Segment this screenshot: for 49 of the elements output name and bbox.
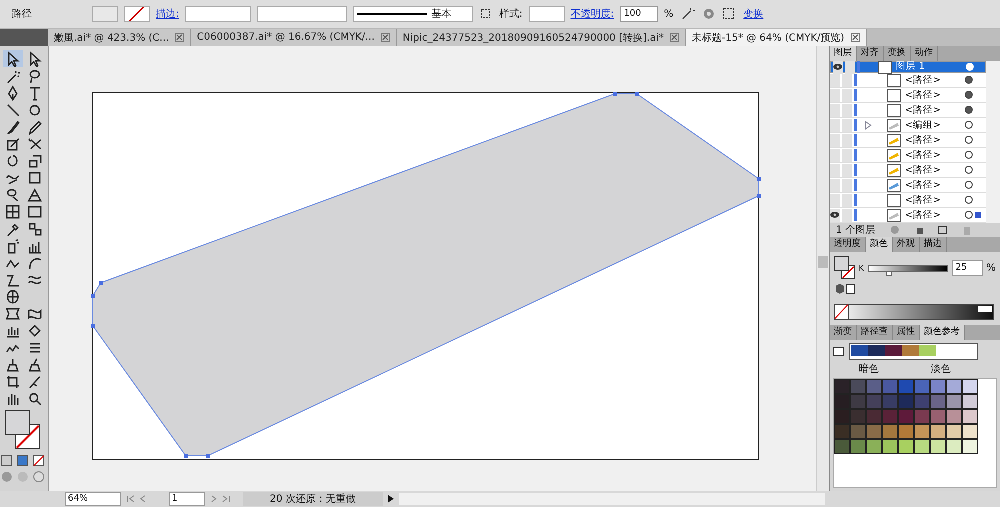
percent-label: %: [664, 8, 674, 20]
layer-name: <路径>: [905, 134, 942, 146]
layer-row[interactable]: 图层 1: [830, 61, 986, 73]
layer-name: <编组>: [905, 118, 942, 132]
channel-label: K: [858, 264, 864, 272]
layer-row[interactable]: <编组>: [830, 118, 986, 133]
layer-name: <路径>: [905, 194, 942, 206]
layer-count: 1 个图层: [836, 224, 876, 237]
layer-row[interactable]: <路径>: [830, 88, 986, 103]
panel-tab[interactable]: 图层: [830, 46, 857, 61]
stroke-link[interactable]: 描边:: [156, 7, 180, 21]
zoom-dropdown[interactable]: 64%: [65, 492, 121, 506]
document-tab[interactable]: Nipic_24377523_20180909160524790000 [转换].ai*: [396, 29, 686, 46]
layer-row[interactable]: <路径>: [830, 163, 986, 178]
tints-label: 淡色: [931, 363, 951, 376]
percent-label: %: [986, 262, 996, 274]
panel-tab[interactable]: 渐变: [830, 325, 857, 340]
layer-row[interactable]: <路径>: [830, 103, 986, 118]
layer-name: <路径>: [905, 74, 942, 86]
shades-label: 暗色: [859, 362, 879, 376]
layer-name: 图层 1: [896, 61, 926, 73]
document-tab[interactable]: 未标题-15* @ 64% (CMYK/预览): [686, 29, 867, 46]
layer-name: <路径>: [905, 208, 942, 222]
stroke-profile-dropdown[interactable]: 基本: [353, 6, 474, 22]
layer-name: <路径>: [905, 178, 942, 192]
panel-tab[interactable]: 外观: [893, 237, 920, 252]
layer-name: <路径>: [905, 104, 942, 116]
panel-tab[interactable]: 颜色参考: [920, 325, 965, 340]
layer-row[interactable]: <路径>: [830, 193, 986, 208]
layer-row[interactable]: <路径>: [830, 178, 986, 193]
layer-name: <路径>: [905, 164, 942, 176]
style-label: 样式:: [499, 8, 523, 21]
opacity-link[interactable]: 不透明度:: [570, 7, 614, 21]
opacity-field[interactable]: 100: [620, 6, 658, 22]
transform-link[interactable]: 变换: [744, 7, 764, 21]
layer-name: <路径>: [905, 148, 942, 162]
object-type-label: 路径: [12, 8, 32, 21]
k-value-field[interactable]: 25: [952, 260, 982, 276]
panel-tab[interactable]: 描边: [920, 237, 947, 252]
artboard-number-dropdown[interactable]: 1: [169, 492, 205, 506]
panel-tab[interactable]: 路径查: [857, 325, 893, 340]
document-tab[interactable]: 嫩風.ai* @ 423.3% (C...: [48, 29, 192, 46]
layer-name: <路径>: [905, 88, 942, 102]
panel-tab[interactable]: 颜色: [866, 237, 893, 252]
status-text[interactable]: 20 次还原：无重做: [243, 492, 383, 506]
layer-row[interactable]: <路径>: [830, 148, 986, 163]
layer-row[interactable]: <路径>: [830, 73, 986, 88]
layer-row[interactable]: <路径>: [830, 133, 986, 148]
document-tab[interactable]: C06000387.ai* @ 16.67% (CMYK/...: [191, 29, 397, 46]
